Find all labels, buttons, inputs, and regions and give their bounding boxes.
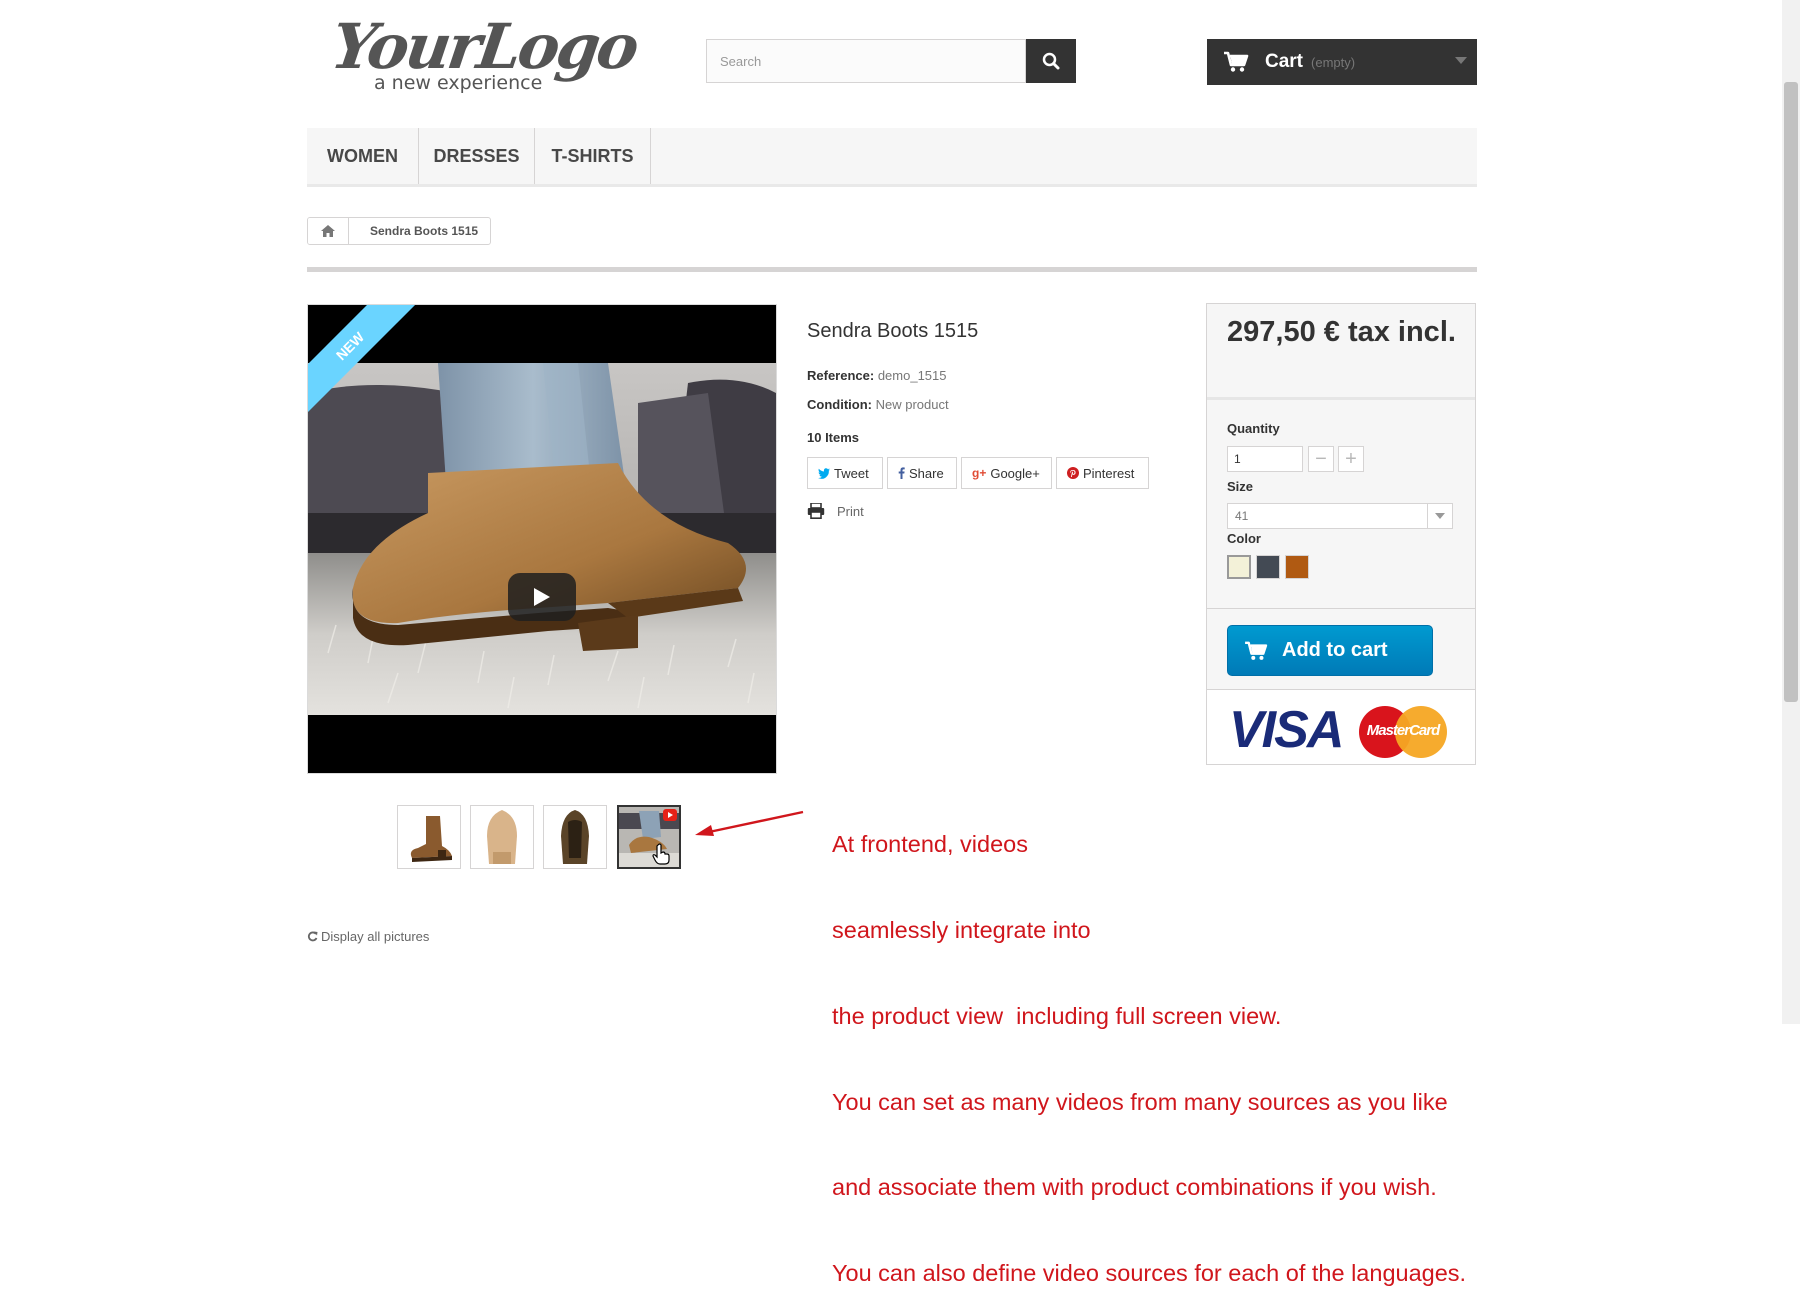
video-frame	[308, 363, 776, 715]
product-video-player[interactable]: New	[307, 304, 777, 774]
cart-icon	[1224, 51, 1249, 72]
annotation-arrow	[695, 810, 804, 836]
size-label: Size	[1227, 479, 1254, 494]
add-to-cart-label: Add to cart	[1282, 639, 1388, 661]
video-play-button[interactable]	[508, 573, 576, 621]
site-logo[interactable]: YourLogo a new experience	[327, 8, 641, 98]
buy-box: 297,50 € tax incl. Quantity − + Size 41 …	[1206, 303, 1476, 765]
search-button[interactable]	[1026, 39, 1076, 83]
add-to-cart-button[interactable]: Add to cart	[1227, 625, 1433, 676]
cart-dropdown[interactable]: Cart (empty)	[1207, 39, 1477, 85]
breadcrumb: Sendra Boots 1515	[307, 217, 492, 245]
scrollbar-thumb[interactable]	[1784, 82, 1798, 702]
facebook-share-button[interactable]: Share	[887, 457, 957, 489]
annotation-line: At frontend, videos	[832, 831, 1028, 858]
pinterest-button[interactable]: Pinterest	[1056, 457, 1149, 489]
quantity-input[interactable]	[1227, 446, 1303, 472]
boot-sole-image	[487, 810, 517, 864]
printer-icon	[807, 503, 825, 519]
size-value: 41	[1235, 509, 1249, 523]
chevron-down-icon	[1427, 504, 1452, 528]
cart-label: Cart	[1265, 51, 1304, 72]
product-title: Sendra Boots 1515	[807, 320, 979, 342]
annotation-line: You can set as many videos from many sou…	[832, 1088, 1448, 1115]
reference-value: demo_1515	[877, 368, 947, 383]
cart-icon	[1245, 641, 1268, 660]
print-link[interactable]: Print	[807, 503, 864, 519]
refresh-icon	[307, 931, 318, 942]
googleplus-label: Google+	[990, 465, 1040, 481]
googleplus-button[interactable]: g+ Google+	[961, 457, 1052, 489]
main-menu: Women Dresses T-shirts	[307, 128, 1477, 187]
menu-item-dresses[interactable]: Dresses	[419, 128, 535, 184]
thumbnail-boot-top[interactable]	[543, 805, 607, 869]
thumbnail-boot-side[interactable]	[397, 805, 461, 869]
color-swatch-beige[interactable]	[1227, 555, 1251, 579]
tweet-button[interactable]: Tweet	[807, 457, 883, 489]
thumbnail-boot-sole[interactable]	[470, 805, 534, 869]
search-icon	[1042, 52, 1060, 70]
menu-item-women[interactable]: Women	[307, 128, 419, 184]
share-label: Share	[909, 465, 944, 481]
color-swatch-grey[interactable]	[1256, 555, 1280, 579]
googleplus-icon: g+	[972, 466, 987, 480]
breadcrumb-current: Sendra Boots 1515	[370, 224, 479, 238]
annotation-line: seamlessly integrate into	[832, 916, 1091, 943]
product-price: 297,50 € tax incl.	[1227, 316, 1456, 348]
items-in-stock: 10 Items	[807, 430, 860, 445]
chevron-down-icon	[1455, 57, 1467, 64]
annotation-text: At frontend, videos seamlessly integrate…	[832, 773, 1466, 1316]
color-label: Color	[1227, 531, 1261, 546]
search-input[interactable]	[706, 39, 1026, 83]
logo-tagline: a new experience	[374, 72, 543, 94]
annotation-line: the product view including full screen v…	[832, 1002, 1282, 1029]
product-condition: Condition: New product	[807, 397, 949, 412]
breadcrumb-home[interactable]	[308, 218, 349, 244]
boot-side-image	[410, 816, 452, 862]
payment-logos: VISA MasterCard	[1207, 690, 1475, 764]
video-thumbnail-image	[619, 807, 679, 867]
twitter-icon	[818, 467, 830, 479]
quantity-increase-button[interactable]: +	[1338, 446, 1364, 472]
size-select[interactable]: 41	[1227, 503, 1453, 529]
divider	[307, 267, 1477, 272]
print-label: Print	[837, 503, 864, 519]
annotation-line: You can also define video sources for ea…	[832, 1260, 1467, 1287]
hand-cursor-icon	[652, 843, 670, 865]
home-icon	[321, 225, 335, 237]
display-all-pictures-link[interactable]: Display all pictures	[307, 929, 429, 944]
menu-item-tshirts[interactable]: T-shirts	[535, 128, 651, 184]
quantity-decrease-button[interactable]: −	[1308, 446, 1334, 472]
mastercard-text: MasterCard	[1366, 722, 1441, 739]
video-still	[308, 363, 776, 715]
facebook-icon	[898, 467, 905, 479]
visa-logo: VISA	[1229, 701, 1344, 759]
mastercard-logo: MasterCard	[1359, 706, 1447, 758]
price-area: 297,50 € tax incl.	[1207, 304, 1475, 400]
tweet-label: Tweet	[834, 465, 869, 481]
display-all-label: Display all pictures	[321, 929, 430, 944]
boot-top-image	[561, 810, 589, 864]
color-swatch-brown[interactable]	[1285, 555, 1309, 579]
plus-icon: +	[1345, 448, 1357, 470]
condition-value: New product	[875, 397, 949, 412]
cart-status: (empty)	[1311, 54, 1356, 70]
pinterest-label: Pinterest	[1083, 465, 1135, 481]
reference-label: Reference:	[807, 368, 875, 383]
condition-label: Condition:	[807, 397, 872, 412]
pinterest-icon	[1067, 467, 1079, 479]
product-reference: Reference: demo_1515	[807, 368, 947, 383]
annotation-line: and associate them with product combinat…	[832, 1174, 1437, 1201]
thumbnail-video[interactable]	[617, 805, 681, 869]
play-icon	[534, 588, 550, 606]
minus-icon: −	[1315, 448, 1327, 470]
quantity-label: Quantity	[1227, 421, 1280, 436]
